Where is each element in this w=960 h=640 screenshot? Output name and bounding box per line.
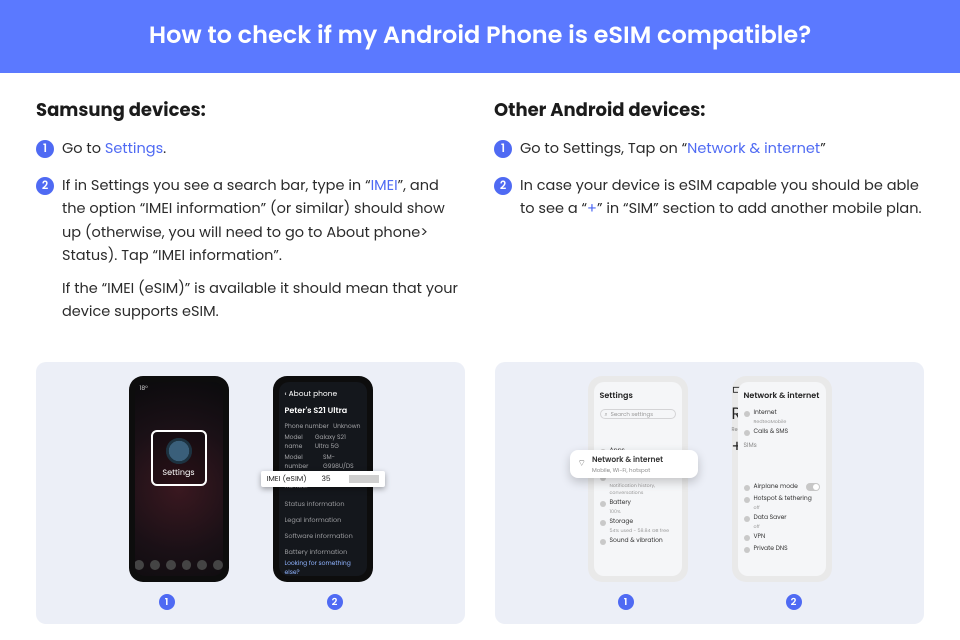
samsung-shots: 18° Settings ‹ About phone Peter's S21 U…	[46, 376, 455, 582]
step-badge: 1	[618, 594, 634, 610]
other-column: Other Android devices: Go to Settings, T…	[494, 97, 924, 338]
other-step-1: Go to Settings, Tap on “Network & intern…	[494, 138, 924, 161]
galleries: 18° Settings ‹ About phone Peter's S21 U…	[36, 362, 924, 624]
text: ” in “SIM” section to add another mobile…	[597, 199, 922, 219]
samsung-badges: 1 2	[46, 594, 455, 610]
search-input-icon: ⌕ Search settings	[600, 409, 676, 419]
step-badge: 2	[327, 594, 343, 610]
other-shot-2: Network & internet InternetRedteaMobile …	[732, 376, 832, 582]
other-shot-1: Settings ⌕ Search settings AppsAssistant…	[588, 376, 688, 582]
samsung-column: Samsung devices: Go to Settings. If in S…	[36, 97, 466, 338]
samsung-step-1: Go to Settings.	[36, 138, 466, 161]
samsung-gallery: 18° Settings ‹ About phone Peter's S21 U…	[36, 362, 465, 624]
text: .	[163, 139, 166, 159]
samsung-step-2: If in Settings you see a search bar, typ…	[36, 175, 466, 324]
wifi-icon: ⌔	[578, 458, 586, 471]
columns: Samsung devices: Go to Settings. If in S…	[0, 73, 960, 358]
page-title: How to check if my Android Phone is eSIM…	[40, 18, 920, 53]
other-shot-1-screen: Settings ⌕ Search settings AppsAssistant…	[594, 382, 682, 576]
other-heading: Other Android devices:	[494, 97, 924, 124]
samsung-shot-1-screen: 18° Settings	[135, 382, 223, 576]
link-settings[interactable]: Settings	[105, 139, 163, 159]
step-badge: 1	[159, 594, 175, 610]
other-step-2: In case your device is eSIM capable you …	[494, 175, 924, 221]
imei-label: IMEI (eSIM)	[267, 473, 307, 485]
samsung-shot-1: 18° Settings	[129, 376, 229, 582]
device-name: Peter's S21 Ultra	[285, 405, 361, 417]
samsung-steps: Go to Settings. If in Settings you see a…	[36, 138, 466, 324]
text: ”	[820, 139, 826, 159]
net-title: Network & internet	[744, 390, 820, 402]
samsung-heading: Samsung devices:	[36, 97, 466, 124]
imei-callout: IMEI (eSIM) 35	[261, 471, 385, 487]
dock-icon	[135, 558, 223, 576]
settings-title: Settings	[600, 390, 676, 402]
link-imei[interactable]: IMEI	[371, 176, 398, 196]
link-plus[interactable]: +	[587, 199, 597, 219]
hero-banner: How to check if my Android Phone is eSIM…	[0, 0, 960, 73]
other-steps: Go to Settings, Tap on “Network & intern…	[494, 138, 924, 222]
settings-tile-icon: Settings	[151, 430, 207, 486]
settings-tile-label: Settings	[162, 467, 194, 479]
gear-icon	[166, 438, 192, 464]
network-callout-title: Network & internet	[592, 454, 663, 466]
other-badges: 1 2	[505, 594, 914, 610]
text: Go to Settings, Tap on “	[520, 139, 687, 159]
samsung-shot-2: ‹ About phone Peter's S21 Ultra Phone nu…	[273, 376, 373, 582]
other-gallery: Settings ⌕ Search settings AppsAssistant…	[495, 362, 924, 624]
text: Go to	[62, 139, 105, 159]
samsung-step-2-note: If the “IMEI (eSIM)” is available it sho…	[62, 278, 466, 324]
step-badge: 2	[786, 594, 802, 610]
network-callout: ⌔ Network & internet Mobile, Wi-Fi, hots…	[570, 450, 698, 478]
about-phone-header: ‹ About phone	[285, 388, 361, 400]
text: If in Settings you see a search bar, typ…	[62, 176, 371, 196]
network-callout-sub: Mobile, Wi-Fi, hotspot	[592, 466, 663, 475]
imei-masked-icon	[349, 475, 379, 483]
link-network-internet[interactable]: Network & internet	[687, 139, 820, 159]
other-shots: Settings ⌕ Search settings AppsAssistant…	[505, 376, 914, 582]
page: How to check if my Android Phone is eSIM…	[0, 0, 960, 640]
toggle-icon	[806, 483, 820, 491]
other-shot-2-screen: Network & internet InternetRedteaMobile …	[738, 382, 826, 576]
